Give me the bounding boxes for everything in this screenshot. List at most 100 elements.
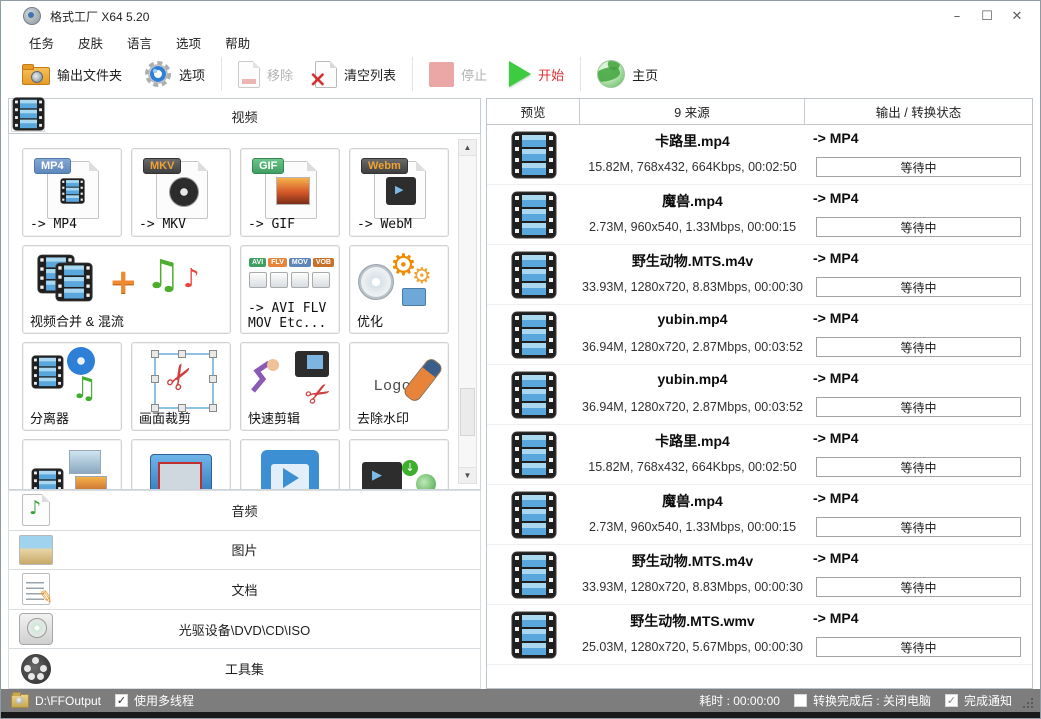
shutdown-label: 转换完成后 : 关闭电脑 bbox=[813, 692, 931, 709]
section-dvd-cd-iso[interactable]: 光驱设备\DVD\CD\ISO bbox=[8, 610, 481, 650]
film-strip-icon bbox=[511, 311, 557, 359]
format-item-mp4[interactable]: MP4 -> MP4 bbox=[22, 148, 122, 237]
video-join-mux-item[interactable]: + ♫ ♪ 视频合并 & 混流 bbox=[22, 245, 231, 334]
shutdown-checkbox[interactable] bbox=[794, 694, 807, 707]
play-icon bbox=[509, 61, 531, 87]
source-file-info: 25.03M, 1280x720, 5.67Mbps, 00:00:30 bbox=[580, 640, 805, 654]
scroll-down-icon[interactable]: ▼ bbox=[459, 467, 476, 483]
film-strip-icon bbox=[511, 131, 557, 179]
conversion-status-badge: 等待中 bbox=[816, 157, 1021, 177]
video-preview-icon bbox=[511, 371, 557, 419]
section-picture[interactable]: 图片 bbox=[8, 531, 481, 571]
format-item-webm[interactable]: Webm -> WebM bbox=[349, 148, 449, 237]
output-format: -> MP4 bbox=[813, 370, 859, 386]
column-preview[interactable]: 预览 bbox=[487, 99, 580, 124]
output-path[interactable]: D:\FFOutput bbox=[35, 694, 101, 708]
menu-language[interactable]: 语言 bbox=[115, 31, 164, 54]
section-document[interactable]: ✎ 文档 bbox=[8, 570, 481, 610]
table-row[interactable]: 野生动物.MTS.m4v 33.93M, 1280x720, 8.83Mbps,… bbox=[487, 245, 1032, 305]
video-preview-icon bbox=[511, 431, 557, 479]
mp4-badge: MP4 bbox=[34, 158, 71, 174]
source-file-name: 卡路里.mp4 bbox=[580, 131, 805, 151]
table-row[interactable]: 野生动物.MTS.wmv 25.03M, 1280x720, 5.67Mbps,… bbox=[487, 605, 1032, 665]
table-row[interactable]: 卡路里.mp4 15.82M, 768x432, 664Kbps, 00:02:… bbox=[487, 425, 1032, 485]
table-row[interactable]: 野生动物.MTS.m4v 33.93M, 1280x720, 8.83Mbps,… bbox=[487, 545, 1032, 605]
stop-icon bbox=[429, 62, 454, 87]
source-file-info: 15.82M, 768x432, 664Kbps, 00:02:50 bbox=[580, 460, 805, 474]
clear-list-button[interactable]: ✕ 清空列表 bbox=[304, 58, 407, 91]
film-strip-icon bbox=[31, 355, 64, 394]
film-strip-icon bbox=[55, 262, 93, 307]
source-file-name: 魔兽.mp4 bbox=[580, 491, 805, 511]
webm-badge: Webm bbox=[361, 158, 408, 174]
start-button[interactable]: 开始 bbox=[498, 58, 575, 90]
menu-tasks[interactable]: 任务 bbox=[17, 31, 66, 54]
resize-grip-icon[interactable] bbox=[1022, 697, 1034, 709]
notify-checkbox[interactable]: ✓ bbox=[945, 694, 958, 707]
remove-watermark-item[interactable]: Logo 去除水印 bbox=[349, 342, 449, 431]
remove-button[interactable]: 移除 bbox=[227, 58, 304, 91]
format-item-avi-flv-mov[interactable]: AVI FLV MOV VOB -> AVI FLV MOV Etc... bbox=[240, 245, 340, 334]
table-row[interactable]: yubin.mp4 36.94M, 1280x720, 2.87Mbps, 00… bbox=[487, 365, 1032, 425]
maximize-button[interactable]: ☐ bbox=[972, 4, 1002, 28]
multithread-label: 使用多线程 bbox=[134, 692, 194, 709]
player-item[interactable] bbox=[240, 439, 340, 490]
film-strip-icon bbox=[511, 491, 557, 539]
format-item-gif[interactable]: GIF -> GIF bbox=[240, 148, 340, 237]
menu-skin[interactable]: 皮肤 bbox=[66, 31, 115, 54]
reel-icon bbox=[169, 177, 199, 207]
output-folder-icon bbox=[11, 694, 29, 708]
video-preview-icon bbox=[511, 251, 557, 299]
stop-button[interactable]: 停止 bbox=[418, 59, 498, 90]
dark-film-icon bbox=[386, 177, 416, 205]
source-file-info: 36.94M, 1280x720, 2.87Mbps, 00:03:52 bbox=[580, 400, 805, 414]
optimize-item[interactable]: ⚙ ⚙ 优化 bbox=[349, 245, 449, 334]
column-source[interactable]: 9 来源 bbox=[580, 99, 805, 124]
table-row[interactable]: yubin.mp4 36.94M, 1280x720, 2.87Mbps, 00… bbox=[487, 305, 1032, 365]
folder-icon bbox=[22, 64, 50, 85]
disc-icon bbox=[358, 264, 394, 300]
source-file-info: 2.73M, 960x540, 1.33Mbps, 00:00:15 bbox=[580, 220, 805, 234]
scrollbar-thumb[interactable] bbox=[460, 388, 475, 436]
toolbar-separator bbox=[412, 57, 413, 91]
main-area: 视频 MP4 -> MP4 MKV -> MKV bbox=[1, 95, 1040, 689]
output-folder-button[interactable]: 输出文件夹 bbox=[11, 61, 133, 88]
file-list: 卡路里.mp4 15.82M, 768x432, 664Kbps, 00:02:… bbox=[487, 125, 1032, 688]
options-button[interactable]: 选项 bbox=[133, 57, 216, 91]
grid-scrollbar[interactable]: ▲ ▼ bbox=[458, 139, 477, 484]
section-toolset[interactable]: 工具集 bbox=[8, 649, 481, 689]
title-bar[interactable]: 格式工厂 X64 5.20 – ☐ ✕ bbox=[1, 1, 1040, 31]
quick-clip-item[interactable]: ✂ 快速剪辑 bbox=[240, 342, 340, 431]
video-download-item[interactable]: ▶ ↓ bbox=[349, 439, 449, 490]
crop-item[interactable]: ✂ 画面裁剪 bbox=[131, 342, 231, 431]
format-item-mkv[interactable]: MKV -> MKV bbox=[131, 148, 231, 237]
minimize-button[interactable]: – bbox=[942, 4, 972, 28]
scissors-icon: ✂ bbox=[299, 373, 338, 416]
table-row[interactable]: 魔兽.mp4 2.73M, 960x540, 1.33Mbps, 00:00:1… bbox=[487, 185, 1032, 245]
camcorder-icon bbox=[158, 462, 202, 490]
video-to-picture-item[interactable] bbox=[22, 439, 122, 490]
splitter-item[interactable]: ♫ 分离器 bbox=[22, 342, 122, 431]
section-video-header[interactable]: 视频 bbox=[8, 98, 481, 134]
scroll-up-icon[interactable]: ▲ bbox=[459, 140, 476, 156]
photo-icon bbox=[75, 476, 107, 490]
source-file-name: 野生动物.MTS.m4v bbox=[580, 251, 805, 271]
column-output-status[interactable]: 输出 / 转换状态 bbox=[805, 99, 1032, 124]
screen-record-item[interactable] bbox=[131, 439, 231, 490]
table-row[interactable]: 卡路里.mp4 15.82M, 768x432, 664Kbps, 00:02:… bbox=[487, 125, 1032, 185]
table-row[interactable]: 魔兽.mp4 2.73M, 960x540, 1.33Mbps, 00:00:1… bbox=[487, 485, 1032, 545]
home-button[interactable]: 主页 bbox=[586, 57, 669, 91]
toolbar: 输出文件夹 选项 移除 ✕ 清空列表 停止 开始 bbox=[1, 53, 1040, 95]
download-icon: ↓ bbox=[402, 460, 418, 476]
film-strip-icon bbox=[31, 468, 64, 490]
close-button[interactable]: ✕ bbox=[1002, 4, 1032, 28]
multithread-checkbox[interactable]: ✓ bbox=[115, 694, 128, 707]
clear-list-icon: ✕ bbox=[315, 61, 337, 88]
section-audio[interactable]: ♪ 音频 bbox=[8, 490, 481, 531]
menu-help[interactable]: 帮助 bbox=[213, 31, 262, 54]
task-table-header: 预览 9 来源 输出 / 转换状态 bbox=[487, 99, 1032, 125]
video-preview-icon bbox=[511, 311, 557, 359]
conversion-status-badge: 等待中 bbox=[816, 217, 1021, 237]
menu-options[interactable]: 选项 bbox=[164, 31, 213, 54]
video-section-label: 视频 bbox=[9, 107, 480, 126]
